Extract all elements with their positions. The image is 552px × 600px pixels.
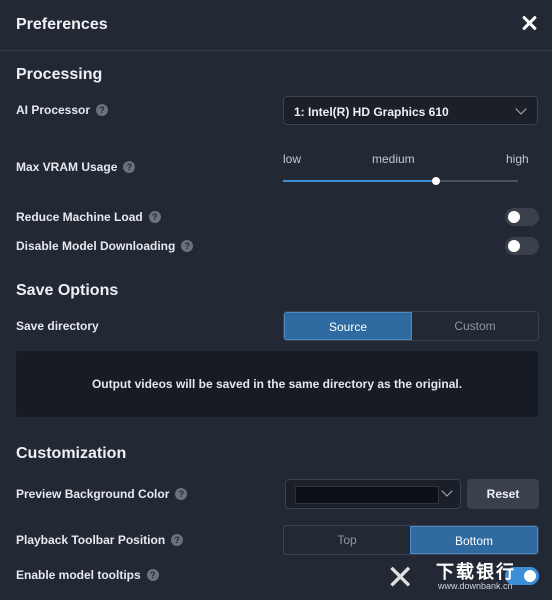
help-icon[interactable]: ? xyxy=(96,104,109,116)
chevron-down-icon xyxy=(441,485,453,497)
ai-processor-label: AI Processor ? xyxy=(16,103,109,117)
help-icon[interactable]: ? xyxy=(175,488,188,500)
vram-slider-handle[interactable] xyxy=(431,177,440,185)
toolbar-position-label: Playback Toolbar Position ? xyxy=(16,533,184,547)
save-source-option[interactable]: Source xyxy=(284,312,412,340)
toolbar-position-segment: Top Bottom xyxy=(283,525,539,555)
save-directory-label-text: Save directory xyxy=(16,319,99,333)
ai-processor-select[interactable]: 1: Intel(R) HD Graphics 610 xyxy=(283,96,538,125)
watermark-logo-icon: ✕ xyxy=(386,558,415,598)
reduce-load-toggle[interactable] xyxy=(505,208,539,226)
disable-download-toggle[interactable] xyxy=(505,237,539,255)
toggle-knob xyxy=(508,211,520,223)
toggle-knob xyxy=(508,240,520,252)
chevron-down-icon xyxy=(515,103,527,115)
preview-bg-label-text: Preview Background Color xyxy=(16,487,170,501)
help-icon[interactable]: ? xyxy=(181,240,194,252)
watermark-url: www.downbank.cn xyxy=(438,581,513,591)
save-directory-info: Output videos will be saved in the same … xyxy=(16,351,538,417)
model-tooltips-label: Enable model tooltips ? xyxy=(16,568,159,582)
vram-slider-fill xyxy=(283,180,436,182)
vram-high-label: high xyxy=(506,152,529,166)
disable-download-label: Disable Model Downloading ? xyxy=(16,239,194,253)
section-processing: Processing xyxy=(16,66,103,83)
reset-color-button[interactable]: Reset xyxy=(467,479,539,509)
ai-processor-value: 1: Intel(R) HD Graphics 610 xyxy=(294,105,449,119)
max-vram-label: Max VRAM Usage ? xyxy=(16,160,136,174)
toolbar-bottom-option[interactable]: Bottom xyxy=(410,526,538,554)
save-custom-option[interactable]: Custom xyxy=(412,312,538,340)
disable-download-label-text: Disable Model Downloading xyxy=(16,239,176,253)
help-icon[interactable]: ? xyxy=(171,534,184,546)
section-customization: Customization xyxy=(16,445,127,462)
preview-bg-color-picker[interactable] xyxy=(285,479,461,509)
reduce-load-label: Reduce Machine Load ? xyxy=(16,210,161,224)
color-swatch xyxy=(295,486,439,504)
save-directory-segment: Source Custom xyxy=(283,311,539,341)
section-save-options: Save Options xyxy=(16,282,119,299)
watermark: ✕ 下载银行 www.downbank.cn xyxy=(386,556,552,600)
preview-bg-label: Preview Background Color ? xyxy=(16,487,188,501)
ai-processor-label-text: AI Processor xyxy=(16,103,91,117)
vram-slider-track[interactable] xyxy=(283,177,518,185)
toolbar-top-option[interactable]: Top xyxy=(284,526,410,554)
dialog-title: Preferences xyxy=(16,16,108,33)
toolbar-position-label-text: Playback Toolbar Position xyxy=(16,533,166,547)
help-icon[interactable]: ? xyxy=(123,161,136,173)
close-icon[interactable] xyxy=(518,12,540,34)
help-icon[interactable]: ? xyxy=(146,569,159,581)
model-tooltips-label-text: Enable model tooltips xyxy=(16,568,141,582)
title-bar: Preferences xyxy=(0,0,552,51)
vram-low-label: low xyxy=(283,152,302,166)
reduce-load-label-text: Reduce Machine Load xyxy=(16,210,143,224)
vram-medium-label: medium xyxy=(372,152,415,166)
max-vram-label-text: Max VRAM Usage xyxy=(16,160,118,174)
help-icon[interactable]: ? xyxy=(148,211,161,223)
save-directory-label: Save directory xyxy=(16,319,99,333)
